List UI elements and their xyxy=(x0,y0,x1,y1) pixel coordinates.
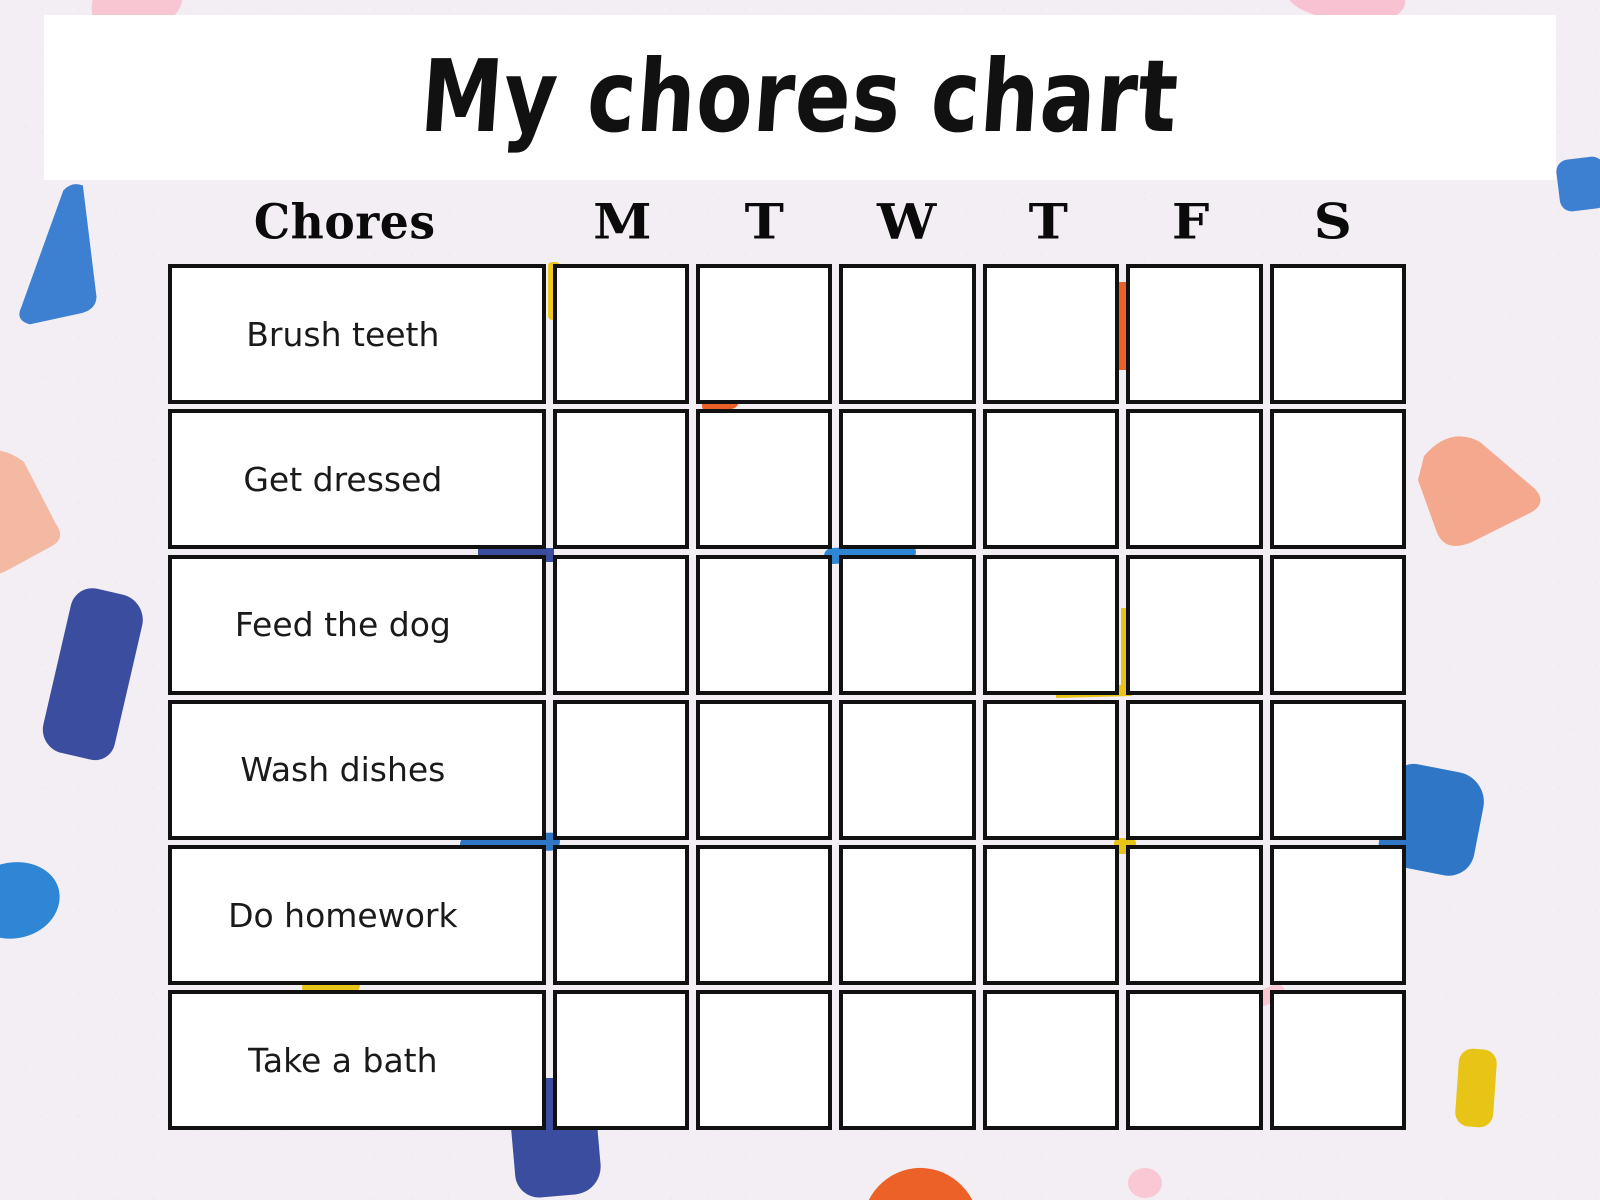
checkbox-cell-feed-the-dog-s[interactable] xyxy=(1269,554,1407,695)
checkbox-cell-brush-teeth-m[interactable] xyxy=(552,264,690,404)
checkbox-cell-get-dressed-w[interactable] xyxy=(839,409,976,550)
header-chores-cell: Chores xyxy=(168,194,552,251)
checkbox-cell-brush-teeth-t1[interactable] xyxy=(696,264,833,404)
navy-bar-left-icon xyxy=(38,583,148,765)
checkbox-cell-feed-the-dog-w[interactable] xyxy=(839,554,976,695)
checkbox-cell-do-homework-t1[interactable] xyxy=(696,845,833,986)
checkbox-cell-get-dressed-m[interactable] xyxy=(552,409,690,550)
blue-blob-left-lower-icon xyxy=(0,852,68,948)
pink-dot-bottom-icon xyxy=(1128,1168,1162,1198)
checkbox-cell-brush-teeth-f[interactable] xyxy=(1126,264,1263,404)
header-day-cell-4: F xyxy=(1120,194,1262,251)
header-day-label-5: S xyxy=(1313,194,1353,251)
table-row: Get dressed xyxy=(168,409,1407,554)
checkbox-cell-do-homework-f[interactable] xyxy=(1126,845,1263,986)
table-header-row: Chores M T W T F S xyxy=(168,192,1406,254)
checkbox-cell-wash-dishes-s[interactable] xyxy=(1269,699,1407,840)
chore-name-cell: Do homework xyxy=(168,845,546,986)
checkbox-cell-feed-the-dog-f[interactable] xyxy=(1126,554,1263,695)
title-banner: My chores chart xyxy=(44,15,1556,180)
chore-label: Do homework xyxy=(228,895,458,935)
chore-label: Wash dishes xyxy=(240,750,446,790)
checkbox-cell-do-homework-m[interactable] xyxy=(552,845,690,986)
header-day-label-2: W xyxy=(877,194,937,251)
chore-name-cell: Brush teeth xyxy=(168,264,546,404)
checkbox-cell-get-dressed-t2[interactable] xyxy=(982,409,1120,550)
checkbox-cell-wash-dishes-t1[interactable] xyxy=(696,699,833,840)
checkbox-cell-get-dressed-t1[interactable] xyxy=(696,409,833,550)
table-row: Brush teeth xyxy=(168,264,1407,409)
chores-chart-poster: My chores chart Chores M T W T F S Brush… xyxy=(0,0,1600,1200)
checkbox-cell-do-homework-w[interactable] xyxy=(839,845,976,986)
chore-label: Feed the dog xyxy=(234,605,451,645)
chore-name-cell: Take a bath xyxy=(168,990,546,1131)
chore-name-cell: Wash dishes xyxy=(168,699,546,840)
header-day-cell-3: T xyxy=(978,194,1120,251)
table-row: Wash dishes xyxy=(168,699,1407,845)
checkbox-cell-do-homework-t2[interactable] xyxy=(982,845,1120,986)
chore-name-cell: Get dressed xyxy=(168,409,546,550)
header-day-cell-2: W xyxy=(836,194,978,251)
header-day-label-0: M xyxy=(593,194,653,251)
chore-label: Brush teeth xyxy=(246,314,440,354)
checkbox-cell-take-a-bath-f[interactable] xyxy=(1126,990,1263,1131)
orange-blob-bottom-icon xyxy=(855,1162,983,1200)
yellow-bar-right-lower-icon xyxy=(1454,1047,1498,1129)
chore-label: Take a bath xyxy=(248,1040,438,1080)
table-row: Take a bath xyxy=(168,990,1407,1135)
checkbox-cell-feed-the-dog-t2[interactable] xyxy=(982,554,1120,695)
checkbox-cell-wash-dishes-m[interactable] xyxy=(552,699,690,840)
checkbox-cell-take-a-bath-m[interactable] xyxy=(552,990,690,1131)
checkbox-cell-take-a-bath-t2[interactable] xyxy=(982,990,1120,1131)
checkbox-cell-get-dressed-s[interactable] xyxy=(1269,409,1407,550)
checkbox-cell-feed-the-dog-t1[interactable] xyxy=(696,554,833,695)
checkbox-cell-take-a-bath-s[interactable] xyxy=(1269,990,1407,1131)
header-day-cell-1: T xyxy=(694,194,836,251)
chores-grid: Brush teeth Get dressed Feed the dog Was… xyxy=(168,264,1407,1136)
header-chores-label: Chores xyxy=(254,194,436,251)
blue-square-right-top-icon xyxy=(1555,155,1600,213)
checkbox-cell-wash-dishes-w[interactable] xyxy=(839,699,976,840)
checkbox-cell-brush-teeth-s[interactable] xyxy=(1269,264,1407,404)
checkbox-cell-take-a-bath-t1[interactable] xyxy=(696,990,833,1131)
checkbox-cell-feed-the-dog-m[interactable] xyxy=(552,554,690,695)
header-day-cell-5: S xyxy=(1262,194,1404,251)
page-title: My chores chart xyxy=(417,38,1183,155)
checkbox-cell-get-dressed-f[interactable] xyxy=(1126,409,1263,550)
checkbox-cell-brush-teeth-w[interactable] xyxy=(839,264,976,404)
chore-label: Get dressed xyxy=(243,459,443,499)
checkbox-cell-take-a-bath-w[interactable] xyxy=(839,990,976,1131)
table-row: Feed the dog xyxy=(168,554,1407,700)
table-row: Do homework xyxy=(168,845,1407,990)
header-day-label-1: T xyxy=(745,194,785,251)
chore-name-cell: Feed the dog xyxy=(168,554,546,695)
header-day-cell-0: M xyxy=(552,194,694,251)
checkbox-cell-do-homework-s[interactable] xyxy=(1269,845,1407,986)
checkbox-cell-wash-dishes-t2[interactable] xyxy=(982,699,1120,840)
checkbox-cell-brush-teeth-t2[interactable] xyxy=(982,264,1120,404)
header-day-label-4: F xyxy=(1171,194,1211,251)
header-day-label-3: T xyxy=(1029,194,1069,251)
checkbox-cell-wash-dishes-f[interactable] xyxy=(1126,699,1263,840)
